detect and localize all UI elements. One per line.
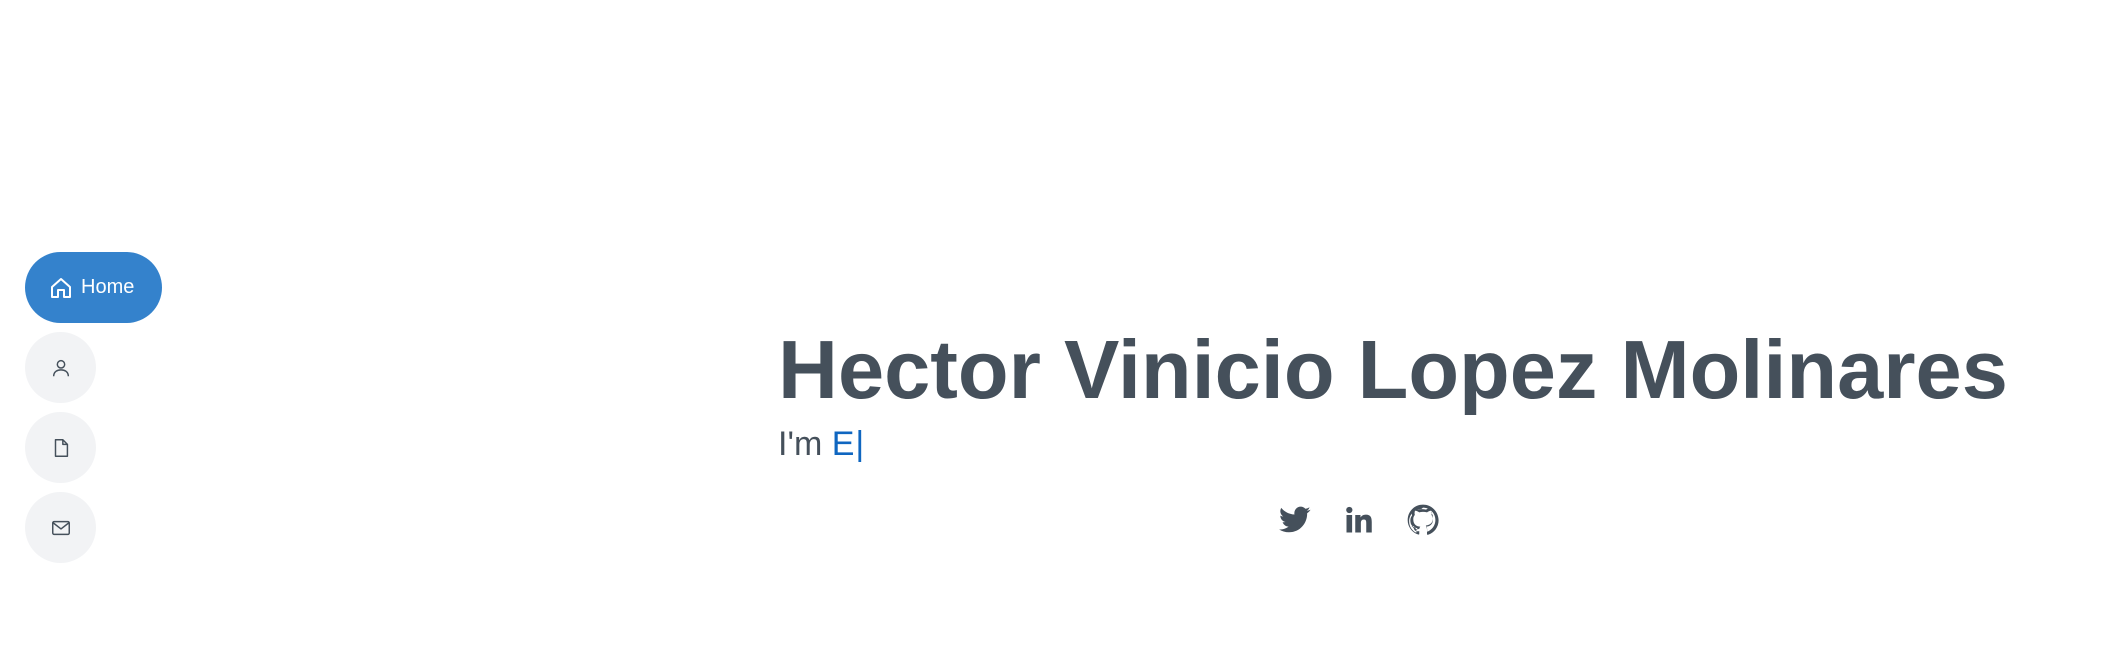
twitter-link[interactable] xyxy=(1278,503,1312,537)
nav-item-resume[interactable] xyxy=(25,412,96,483)
nav-item-about[interactable] xyxy=(25,332,96,403)
nav-item-contact[interactable] xyxy=(25,492,96,563)
page: Home Hector Vinicio Lopez Molinares I'm … xyxy=(0,0,2126,652)
hero-intro: I'm xyxy=(778,425,823,463)
twitter-icon xyxy=(1279,506,1311,534)
hero-subtitle: I'm E| xyxy=(778,424,2008,464)
hero: Hector Vinicio Lopez Molinares I'm E| xyxy=(778,322,2008,464)
nav-item-home[interactable]: Home xyxy=(25,252,162,323)
file-icon xyxy=(49,436,73,460)
social-links xyxy=(1278,503,1440,537)
linkedin-icon xyxy=(1344,505,1374,535)
hero-name: Hector Vinicio Lopez Molinares xyxy=(778,323,2008,416)
home-icon xyxy=(49,276,73,300)
typing-cursor: | xyxy=(855,425,865,463)
envelope-icon xyxy=(49,516,73,540)
typed-text: E xyxy=(831,425,855,463)
linkedin-link[interactable] xyxy=(1342,503,1376,537)
github-icon xyxy=(1407,504,1439,536)
nav-item-label: Home xyxy=(81,276,135,298)
person-icon xyxy=(49,356,73,380)
github-link[interactable] xyxy=(1406,503,1440,537)
